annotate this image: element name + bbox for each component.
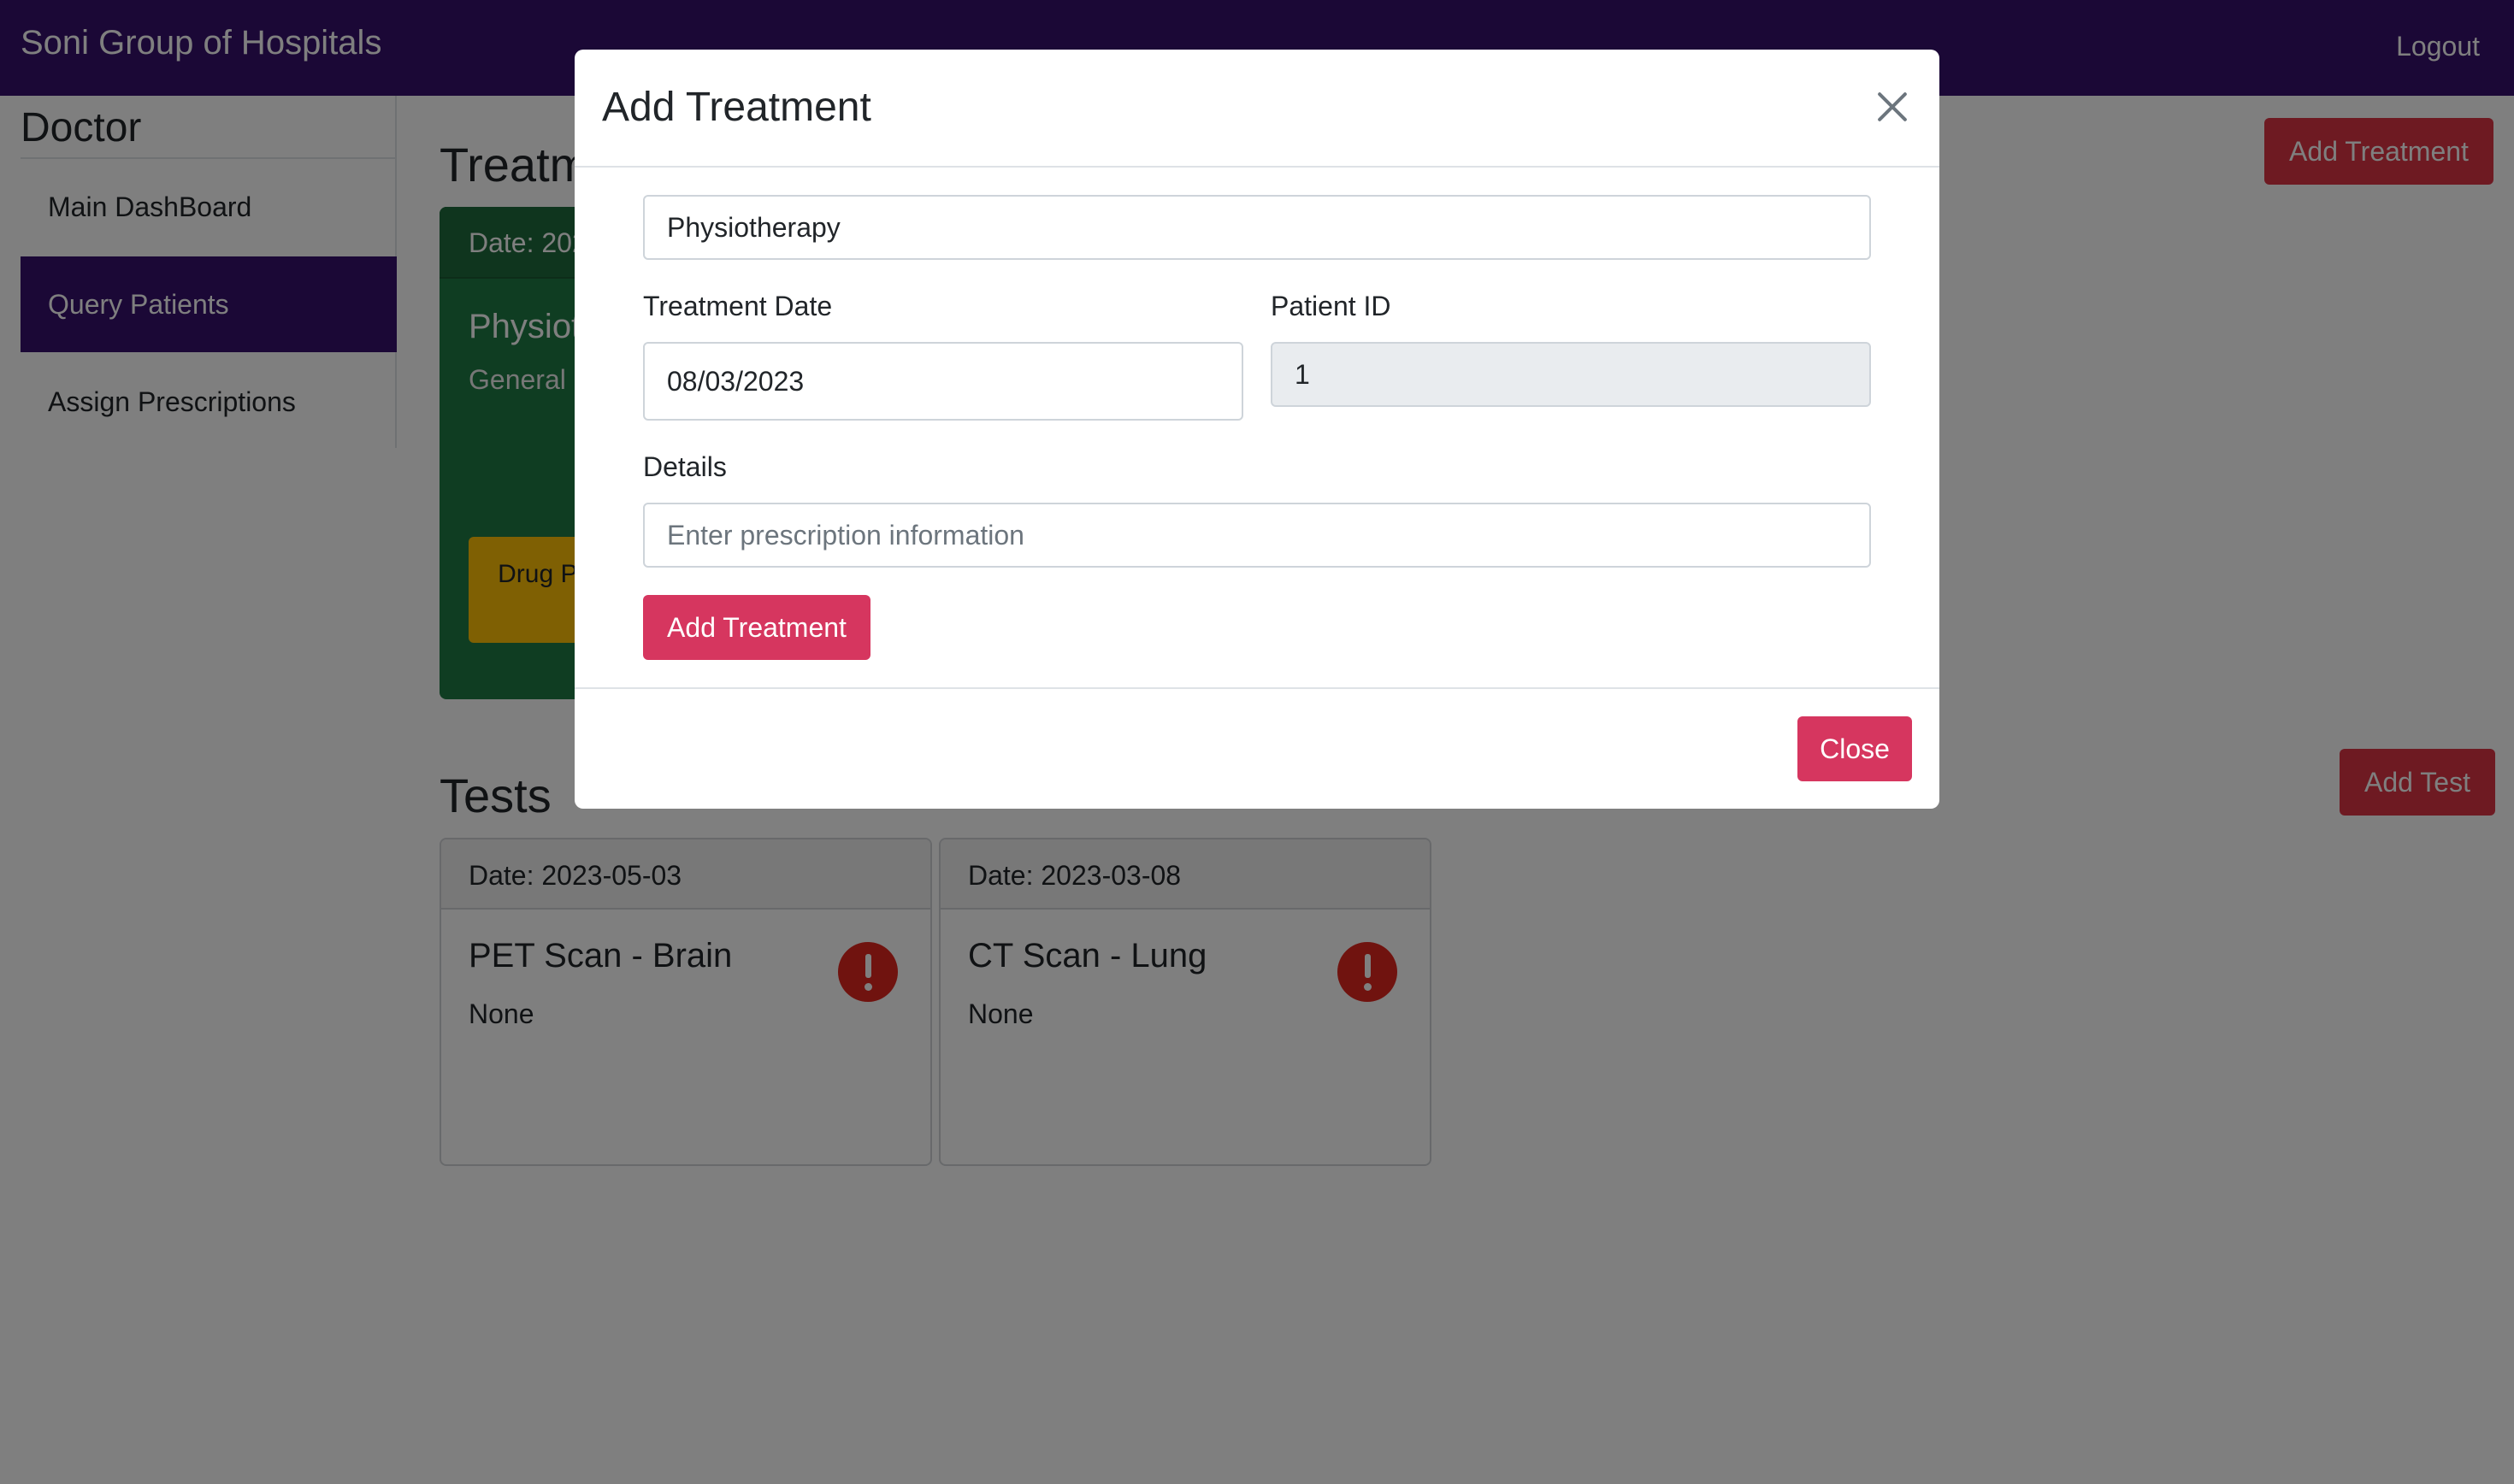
details-input[interactable] (643, 503, 1871, 568)
patient-id-input (1271, 342, 1871, 407)
modal-footer: Close (575, 687, 1939, 809)
treatment-date-label: Treatment Date (643, 291, 833, 321)
add-treatment-modal: Add Treatment Treatment Date Patient ID … (575, 50, 1939, 809)
close-icon[interactable] (1873, 87, 1912, 127)
patient-id-label: Patient ID (1271, 291, 1391, 321)
close-button[interactable]: Close (1797, 716, 1912, 781)
modal-header: Add Treatment (575, 50, 1939, 168)
modal-title: Add Treatment (602, 85, 871, 130)
treatment-name-input[interactable] (643, 195, 1871, 260)
details-label: Details (643, 451, 727, 482)
submit-treatment-button[interactable]: Add Treatment (643, 595, 870, 660)
treatment-date-input[interactable] (643, 342, 1243, 421)
